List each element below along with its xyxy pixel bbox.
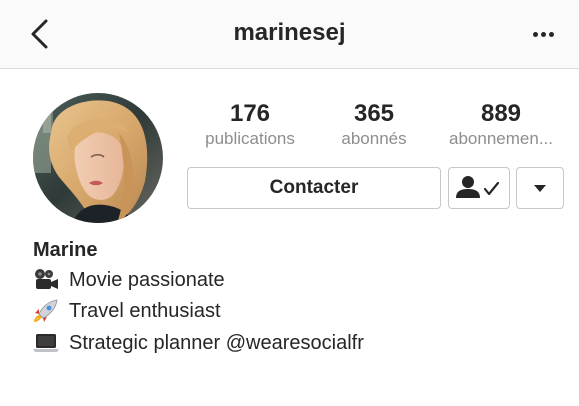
suggestions-dropdown-button[interactable] [516, 167, 564, 209]
person-check-icon [456, 176, 500, 198]
more-horizontal-icon-dot [541, 32, 546, 37]
avatar[interactable] [33, 93, 163, 223]
bio-line-work: Strategic planner @wearesocialfr [33, 329, 364, 357]
bio-line-movie: Movie passionate [33, 266, 225, 294]
followers-label: abonnés [341, 129, 407, 148]
following-button[interactable] [448, 167, 510, 209]
profile-name: Marine [33, 239, 98, 261]
stat-followers[interactable]: 365 abonnés [326, 100, 422, 150]
following-count: 889 [480, 100, 522, 127]
more-horizontal-icon-dot [549, 32, 554, 37]
stat-posts[interactable]: 176 publications [194, 100, 306, 150]
profile-screen: marinesej 176 publications 365 abonnés 8… [0, 0, 579, 406]
contact-button[interactable]: Contacter [187, 167, 441, 209]
profile-photo [33, 93, 163, 223]
laptop-icon [33, 334, 59, 352]
more-horizontal-icon [533, 32, 538, 37]
bio-line-travel: Travel enthusiast [33, 297, 221, 325]
bio-line-text: Travel enthusiast [69, 299, 221, 322]
followers-count: 365 [353, 100, 395, 127]
top-bar: marinesej [0, 0, 579, 69]
rocket-icon [34, 299, 58, 322]
more-options-button[interactable] [529, 22, 559, 46]
following-label: abonnemen... [449, 129, 553, 148]
movie-camera-icon [35, 269, 58, 289]
bio-line-text: Movie passionate [69, 268, 225, 291]
posts-label: publications [205, 129, 295, 148]
stat-following[interactable]: 889 abonnemen... [436, 100, 566, 150]
caret-down-icon [534, 185, 546, 192]
username-title: marinesej [233, 19, 346, 46]
bio-line-text: Strategic planner @wearesocialfr [69, 331, 364, 354]
posts-count: 176 [229, 100, 271, 127]
